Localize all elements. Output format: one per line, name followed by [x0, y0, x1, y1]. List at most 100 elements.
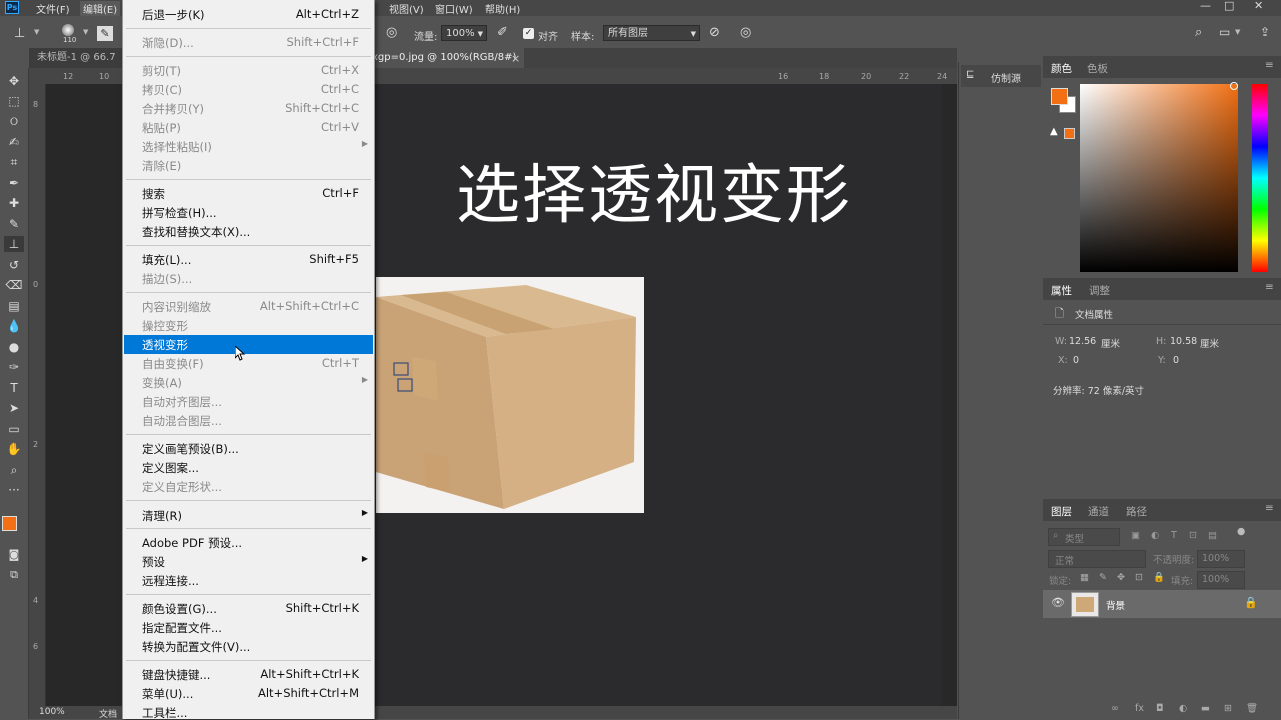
- history-brush-icon[interactable]: ↺: [4, 257, 24, 273]
- menu-item-define-shape[interactable]: 定义自定形状...: [124, 477, 373, 496]
- menu-item-spell-check[interactable]: 拼写检查(H)...: [124, 203, 373, 222]
- sample-select[interactable]: 所有图层 ▼: [603, 25, 700, 41]
- menu-file[interactable]: 文件(F): [36, 1, 70, 16]
- document-canvas[interactable]: 选择透视变形: [376, 84, 942, 706]
- rectangle-tool-icon[interactable]: ▭: [4, 421, 24, 437]
- search-icon[interactable]: ⌕: [1195, 25, 1202, 40]
- share-icon[interactable]: ⇪: [1260, 25, 1270, 39]
- path-select-tool-icon[interactable]: ➤: [4, 400, 24, 416]
- delete-layer-icon[interactable]: 🗑: [1246, 703, 1258, 714]
- tab-paths[interactable]: 路径: [1126, 504, 1147, 519]
- new-group-icon[interactable]: ▬: [1201, 703, 1210, 714]
- brush-preview-icon[interactable]: [62, 24, 74, 36]
- brush-tool-icon[interactable]: ✎: [4, 216, 24, 232]
- filter-type-icon[interactable]: T: [1171, 530, 1177, 541]
- menu-item-perspective-warp[interactable]: 透视变形: [124, 335, 373, 354]
- chevron-down-icon[interactable]: ▼: [1235, 28, 1240, 36]
- tab-swatches[interactable]: 色板: [1087, 61, 1108, 76]
- menu-item-copy[interactable]: 拷贝(C) Ctrl+C: [124, 80, 373, 99]
- menu-item-define-brush[interactable]: 定义画笔预设(B)...: [124, 439, 373, 458]
- brush-settings-icon[interactable]: ✎: [97, 26, 113, 41]
- chevron-down-icon[interactable]: ▼: [83, 28, 88, 36]
- move-tool-icon[interactable]: ✥: [4, 73, 24, 89]
- clone-stamp-icon[interactable]: ⊥: [14, 26, 25, 41]
- menu-item-cut[interactable]: 剪切(T) Ctrl+X: [124, 61, 373, 80]
- filter-pixel-icon[interactable]: ▣: [1131, 530, 1140, 541]
- color-picker-field[interactable]: [1080, 82, 1238, 272]
- menu-view[interactable]: 视图(V): [389, 1, 424, 16]
- panel-menu-icon[interactable]: ≡: [1265, 502, 1274, 514]
- gamut-color-swatch[interactable]: [1064, 128, 1075, 139]
- menu-item-define-pattern[interactable]: 定义图案...: [124, 458, 373, 477]
- layer-style-icon[interactable]: fx: [1135, 703, 1144, 714]
- new-layer-icon[interactable]: ⊞: [1224, 703, 1232, 714]
- lock-artboard-icon[interactable]: ⊡: [1135, 572, 1143, 583]
- type-tool-icon[interactable]: T: [4, 380, 24, 396]
- adjustment-layer-icon[interactable]: ◐: [1179, 703, 1187, 714]
- crop-tool-icon[interactable]: ⌗: [4, 154, 24, 170]
- menu-item-convert-profile[interactable]: 转换为配置文件(V)...: [124, 637, 373, 656]
- menu-item-transform[interactable]: 变换(A) ▶: [124, 373, 373, 392]
- clone-source-panel-button[interactable]: ⊑ 仿制源: [961, 65, 1041, 87]
- menu-window[interactable]: 窗口(W): [435, 1, 473, 16]
- quick-select-tool-icon[interactable]: ✍: [4, 134, 24, 150]
- eyedropper-tool-icon[interactable]: ✒: [4, 175, 24, 191]
- filter-toggle-icon[interactable]: ●: [1237, 526, 1245, 537]
- menu-item-remote-connections[interactable]: 远程连接...: [124, 571, 373, 590]
- quick-mask-icon[interactable]: ◙: [4, 547, 24, 563]
- menu-item-auto-blend[interactable]: 自动混合图层...: [124, 411, 373, 430]
- menu-item-copy-merged[interactable]: 合并拷贝(Y) Shift+Ctrl+C: [124, 99, 373, 118]
- visibility-eye-icon[interactable]: 👁: [1051, 596, 1065, 609]
- lock-pixels-icon[interactable]: ✎: [1099, 572, 1107, 583]
- tab-color[interactable]: 颜色: [1051, 61, 1072, 76]
- tab-box-image[interactable]: xgp=0.jpg @ 100%(RGB/8#): [364, 48, 524, 68]
- more-tools-icon[interactable]: ···: [4, 482, 24, 498]
- menu-edit[interactable]: 编辑(E): [80, 1, 121, 16]
- menu-item-assign-profile[interactable]: 指定配置文件...: [124, 618, 373, 637]
- menu-item-puppet-warp[interactable]: 操控变形: [124, 316, 373, 335]
- gradient-tool-icon[interactable]: ▤: [4, 298, 24, 314]
- menu-item-presets[interactable]: 预设 ▶: [124, 552, 373, 571]
- fill-input[interactable]: 100%: [1197, 571, 1245, 589]
- blur-tool-icon[interactable]: 💧: [4, 318, 24, 334]
- menu-item-purge[interactable]: 清理(R) ▶: [124, 506, 373, 525]
- menu-item-step-backward[interactable]: 后退一步(K) Alt+Ctrl+Z: [124, 5, 373, 24]
- foreground-color-swatch[interactable]: [1051, 88, 1068, 105]
- x-value[interactable]: 0: [1073, 355, 1079, 366]
- lock-all-icon[interactable]: 🔒: [1153, 572, 1165, 583]
- menu-item-pdf-presets[interactable]: Adobe PDF 预设...: [124, 533, 373, 552]
- menu-item-toolbar[interactable]: 工具栏...: [124, 703, 373, 719]
- opacity-input[interactable]: 100%: [1197, 550, 1245, 568]
- menu-item-paste-special[interactable]: 选择性粘贴(I) ▶: [124, 137, 373, 156]
- menu-item-find-replace[interactable]: 查找和替换文本(X)...: [124, 222, 373, 241]
- menu-item-color-settings[interactable]: 颜色设置(G)... Shift+Ctrl+K: [124, 599, 373, 618]
- flow-input[interactable]: 100% ▼: [441, 25, 487, 41]
- layer-filter-select[interactable]: ⌕ 类型: [1048, 528, 1120, 546]
- menu-item-clear[interactable]: 清除(E): [124, 156, 373, 175]
- tab-properties[interactable]: 属性: [1051, 283, 1072, 298]
- airbrush-icon[interactable]: ✐: [497, 25, 508, 40]
- close-button[interactable]: ✕: [1254, 0, 1263, 12]
- minimize-button[interactable]: —: [1200, 0, 1211, 12]
- foreground-color-swatch[interactable]: [2, 516, 17, 531]
- menu-item-free-transform[interactable]: 自由变换(F) Ctrl+T: [124, 354, 373, 373]
- menu-item-fade[interactable]: 渐隐(D)... Shift+Ctrl+F: [124, 33, 373, 52]
- ignore-adjustment-icon[interactable]: ⊘: [709, 25, 720, 40]
- dodge-tool-icon[interactable]: ●: [4, 339, 24, 355]
- y-value[interactable]: 0: [1173, 355, 1179, 366]
- panel-menu-icon[interactable]: ≡: [1265, 281, 1274, 293]
- blend-mode-select[interactable]: 正常: [1048, 550, 1146, 568]
- width-value[interactable]: 12.56: [1069, 336, 1096, 347]
- screen-mode-icon[interactable]: ⧉: [4, 567, 24, 583]
- healing-tool-icon[interactable]: ✚: [4, 195, 24, 211]
- pen-tool-icon[interactable]: ✑: [4, 359, 24, 375]
- hue-slider[interactable]: [1252, 84, 1268, 272]
- tab-adjustments[interactable]: 调整: [1089, 283, 1110, 298]
- align-checkbox[interactable]: ✓: [523, 28, 534, 39]
- menu-item-menus[interactable]: 菜单(U)... Alt+Shift+Ctrl+M: [124, 684, 373, 703]
- menu-item-auto-align[interactable]: 自动对齐图层...: [124, 392, 373, 411]
- filter-smart-object-icon[interactable]: ▤: [1208, 530, 1217, 541]
- menu-item-search[interactable]: 搜索 Ctrl+F: [124, 184, 373, 203]
- warning-icon[interactable]: ▲: [1050, 126, 1058, 137]
- filter-adjustment-icon[interactable]: ◐: [1151, 530, 1159, 541]
